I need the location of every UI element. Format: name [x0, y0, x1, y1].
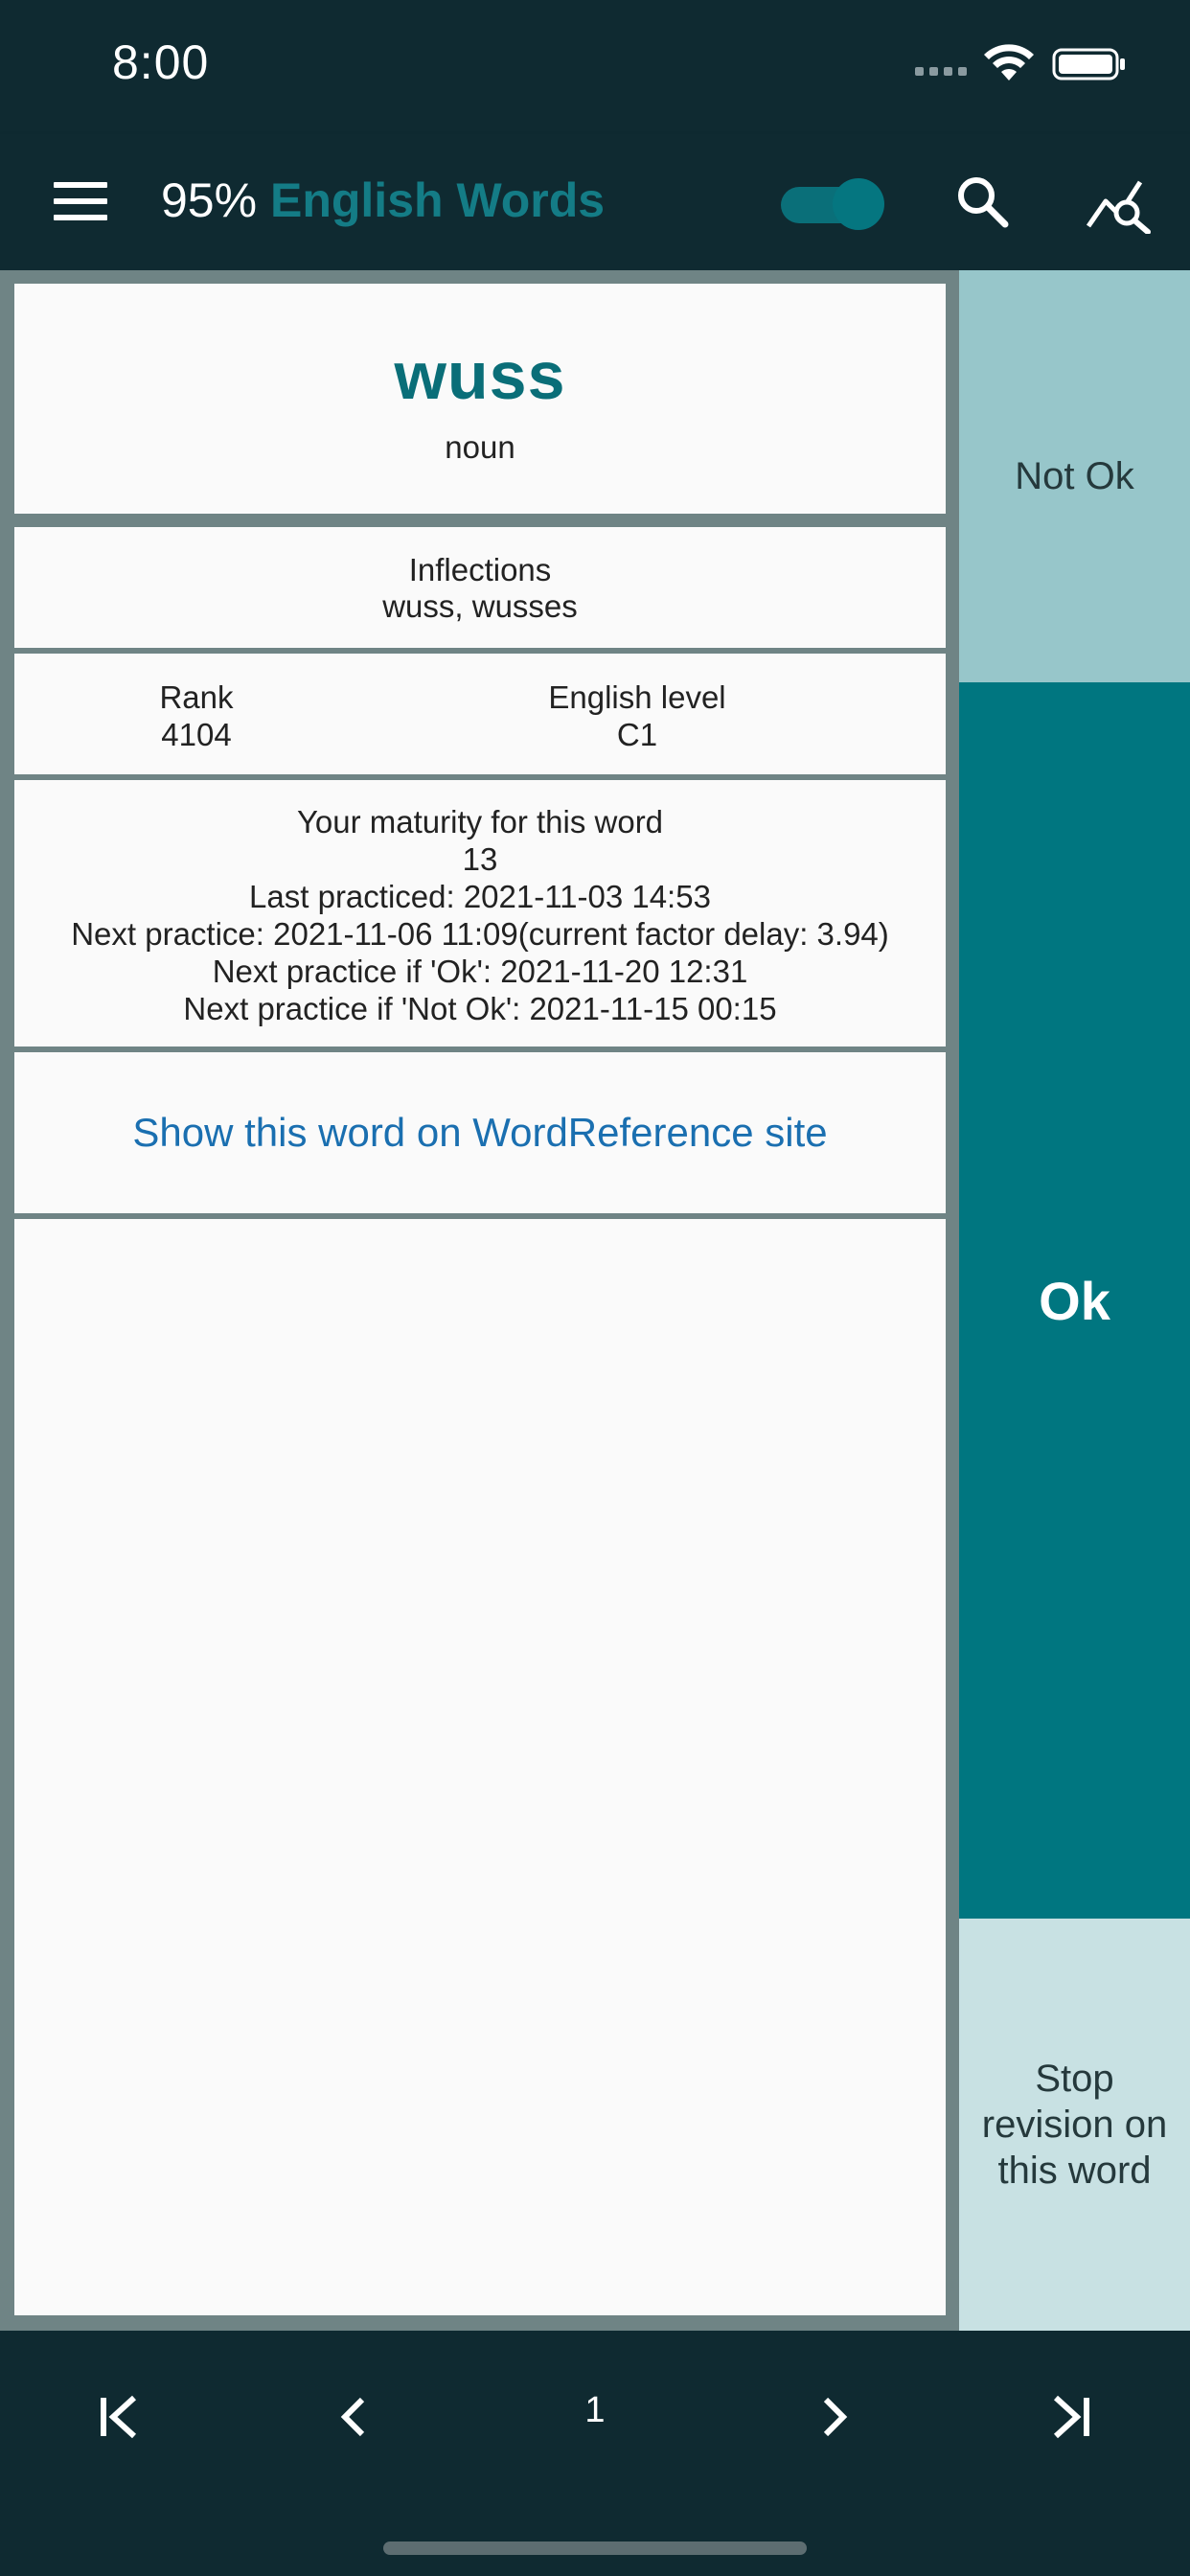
- next-practice: Next practice: 2021-11-06 11:09(current …: [71, 916, 889, 952]
- app-bar: 95% English Words: [0, 134, 1190, 270]
- app-title: 95% English Words: [161, 172, 605, 228]
- level-value: C1: [616, 717, 658, 752]
- word-card: wuss noun: [14, 284, 946, 514]
- word-details: wuss noun Inflections wuss, wusses Rank …: [14, 284, 946, 2315]
- wifi-icon: [984, 44, 1034, 80]
- battery-icon: [1052, 48, 1125, 80]
- status-time: 8:00: [112, 35, 210, 89]
- bottom-nav: 1: [0, 2331, 1190, 2576]
- inflections-value: wuss, wusses: [382, 588, 578, 624]
- next-practice-ok: Next practice if 'Ok': 2021-11-20 12:31: [212, 954, 748, 989]
- chevron-left-icon[interactable]: [316, 2379, 393, 2455]
- page-number: 1: [584, 2390, 606, 2430]
- maturity-value: 13: [462, 841, 498, 877]
- link-card: Show this word on WordReference site: [14, 1052, 946, 1213]
- first-page-icon[interactable]: [80, 2379, 157, 2455]
- word-title: wuss: [394, 338, 566, 413]
- app-title-text: English Words: [269, 173, 606, 227]
- rank-value: 4104: [161, 717, 232, 752]
- next-practice-not-ok: Next practice if 'Not Ok': 2021-11-15 00…: [183, 991, 777, 1026]
- hamburger-menu-icon[interactable]: [54, 182, 107, 220]
- last-page-icon[interactable]: [1033, 2379, 1110, 2455]
- main-content: wuss noun Inflections wuss, wusses Rank …: [0, 270, 1190, 2331]
- progress-percent: 95%: [161, 173, 258, 227]
- maturity-label: Your maturity for this word: [296, 804, 664, 840]
- level-column: English level C1: [493, 678, 781, 753]
- empty-card: [14, 1219, 946, 2315]
- last-practiced: Last practiced: 2021-11-03 14:53: [249, 879, 711, 914]
- chevron-right-icon[interactable]: [795, 2379, 872, 2455]
- rank-column: Rank 4104: [110, 678, 283, 753]
- home-indicator: [383, 2542, 807, 2555]
- stop-revision-button[interactable]: Stop revision on this word: [959, 1919, 1190, 2331]
- stop-revision-label: Stop revision on this word: [981, 2058, 1168, 2192]
- rank-label: Rank: [159, 679, 234, 715]
- mode-toggle[interactable]: [781, 176, 884, 232]
- ok-button[interactable]: Ok: [959, 682, 1190, 1919]
- toggle-knob: [833, 178, 884, 230]
- inflections-card: Inflections wuss, wusses: [14, 527, 946, 648]
- inflections-label: Inflections: [408, 552, 552, 587]
- status-bar: 8:00: [0, 0, 1190, 134]
- cellular-signal-icon: [915, 67, 967, 76]
- not-ok-button[interactable]: Not Ok: [959, 270, 1190, 682]
- part-of-speech: noun: [445, 429, 515, 465]
- rank-level-card: Rank 4104 English level C1: [14, 654, 946, 774]
- wordreference-link[interactable]: Show this word on WordReference site: [14, 1110, 946, 1156]
- maturity-card: Your maturity for this word 13 Last prac…: [14, 780, 946, 1046]
- stats-search-icon[interactable]: [1085, 172, 1154, 234]
- answer-buttons: Not Ok Ok Stop revision on this word: [959, 270, 1190, 2331]
- level-label: English level: [548, 679, 726, 715]
- search-icon[interactable]: [953, 172, 1011, 230]
